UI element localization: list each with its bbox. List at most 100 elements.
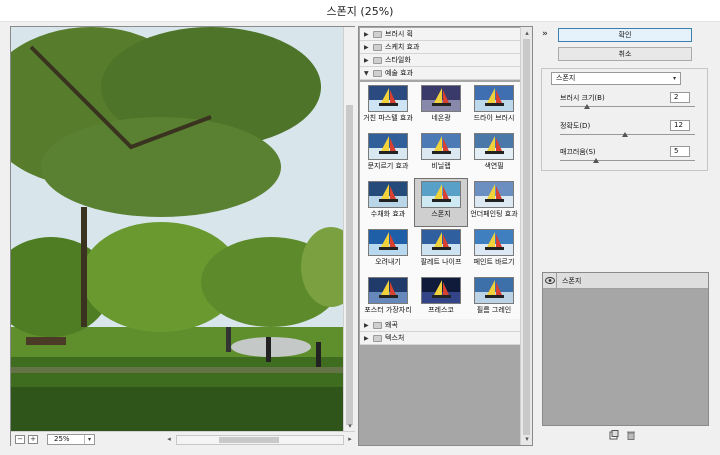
preview-pane: ▾ − + 25% ▾ ◂ ▸ xyxy=(10,26,355,446)
sailboat-thumbnail-image xyxy=(368,133,408,160)
effect-layer-label: 스폰지 xyxy=(562,276,582,285)
filter-thumbnail-label: 드라이 브러시 xyxy=(473,114,515,122)
sailboat-thumbnail-image xyxy=(368,229,408,256)
filter-gallery: ▶ 브러시 획 ▶ 스케치 효과 ▶ 스타일화 ▼ 예술 효과 거친 파스텔 효… xyxy=(358,26,533,446)
category-texture[interactable]: ▶ 텍스처 xyxy=(360,332,520,345)
filter-thumbnail[interactable]: 포스터 가장자리 xyxy=(362,275,414,322)
preview-vertical-scrollbar[interactable]: ▾ xyxy=(343,27,355,431)
folder-icon xyxy=(373,321,382,329)
filter-thumbnail-label: 팔레트 나이프 xyxy=(420,258,462,266)
filter-thumbnail-label: 프레스코 xyxy=(428,306,454,314)
filter-thumbnail[interactable]: 페인트 바르기 xyxy=(468,227,520,274)
filter-thumbnail[interactable]: 드라이 브러시 xyxy=(468,83,520,130)
artistic-filter-thumbnails: 거친 파스텔 효과 네온광 드라이 브러시문지르기 효과 비닐랩 색연필수채화 효과 스폰… xyxy=(360,82,520,341)
scroll-thumb[interactable] xyxy=(219,437,279,443)
brush-size-slider[interactable] xyxy=(560,106,695,107)
filter-thumbnail-label: 거친 파스텔 효과 xyxy=(363,114,413,122)
category-label: 텍스처 xyxy=(385,334,405,342)
category-label: 왜곡 xyxy=(385,321,398,329)
zoom-select[interactable]: 25% ▾ xyxy=(47,434,95,445)
sailboat-thumbnail-image xyxy=(474,181,514,208)
scroll-down-icon[interactable]: ▾ xyxy=(344,421,356,431)
zoom-out-button[interactable]: − xyxy=(15,435,25,444)
sailboat-thumbnail-image xyxy=(421,85,461,112)
definition-slider-handle[interactable] xyxy=(621,132,628,137)
chevron-down-icon: ▾ xyxy=(672,75,676,82)
scroll-thumb[interactable] xyxy=(346,105,353,425)
sailboat-thumbnail-image xyxy=(368,85,408,112)
zoom-in-button[interactable]: + xyxy=(28,435,38,444)
filter-thumbnail-label: 비닐랩 xyxy=(431,162,451,170)
filter-thumbnail[interactable]: 오려내기 xyxy=(362,227,414,274)
filter-thumbnail-label: 언더페인팅 효과 xyxy=(470,210,518,218)
sailboat-thumbnail-image xyxy=(421,133,461,160)
filter-thumbnail-label: 페인트 바르기 xyxy=(473,258,515,266)
folder-open-icon xyxy=(373,69,382,77)
sailboat-thumbnail-image xyxy=(368,181,408,208)
filter-thumbnail[interactable]: 필름 그레인 xyxy=(468,275,520,322)
sailboat-thumbnail-image xyxy=(421,229,461,256)
filter-thumbnail[interactable]: 팔레트 나이프 xyxy=(415,227,467,274)
definition-label: 정확도(D) xyxy=(560,122,591,130)
category-label: 예술 효과 xyxy=(385,69,413,77)
filter-thumbnail-label: 필름 그레인 xyxy=(476,306,512,314)
filter-select-value: 스폰지 xyxy=(556,74,576,82)
expand-triangle-icon: ▶ xyxy=(364,334,369,342)
eye-icon[interactable] xyxy=(543,273,557,288)
folder-icon xyxy=(373,43,382,51)
collapse-triangle-icon: ▼ xyxy=(364,69,369,77)
expand-triangle-icon: ▶ xyxy=(364,30,369,38)
scroll-up-icon[interactable]: ▴ xyxy=(521,28,533,38)
sailboat-thumbnail-image xyxy=(474,229,514,256)
preview-toolbar: − + 25% ▾ ◂ ▸ xyxy=(11,431,355,446)
filter-thumbnail-label: 수채화 효과 xyxy=(370,210,406,218)
chevron-down-icon: ▾ xyxy=(84,435,94,444)
brush-size-slider-handle[interactable] xyxy=(584,104,590,109)
smoothness-slider[interactable] xyxy=(560,160,695,161)
category-stylize[interactable]: ▶ 스타일화 xyxy=(360,54,520,67)
cancel-button[interactable]: 취소 xyxy=(558,47,692,61)
filter-thumbnail[interactable]: 비닐랩 xyxy=(415,131,467,178)
scroll-thumb[interactable] xyxy=(523,39,530,435)
filter-thumbnail[interactable]: 수채화 효과 xyxy=(362,179,414,226)
filter-thumbnail-label: 색연필 xyxy=(484,162,504,170)
smoothness-field[interactable]: 5 xyxy=(670,146,690,157)
category-label: 브러시 획 xyxy=(385,30,413,38)
park-photo xyxy=(11,27,343,431)
filter-thumbnail[interactable]: 거친 파스텔 효과 xyxy=(362,83,414,130)
filter-select[interactable]: 스폰지 ▾ xyxy=(551,72,681,85)
effect-layer-item[interactable]: 스폰지 xyxy=(543,273,708,289)
category-sketch[interactable]: ▶ 스케치 효과 xyxy=(360,41,520,54)
new-effect-layer-icon[interactable] xyxy=(609,430,619,440)
sailboat-thumbnail-image xyxy=(368,277,408,304)
trash-icon[interactable] xyxy=(626,430,636,440)
folder-icon xyxy=(373,30,382,38)
gallery-scrollbar[interactable]: ▴ ▾ xyxy=(520,27,532,445)
category-brush-strokes[interactable]: ▶ 브러시 획 xyxy=(360,28,520,41)
filter-thumbnail[interactable]: 언더페인팅 효과 xyxy=(468,179,520,226)
scroll-down-icon[interactable]: ▾ xyxy=(521,434,533,444)
scroll-right-icon[interactable]: ▸ xyxy=(344,434,356,444)
filter-thumbnail[interactable]: 스폰지 xyxy=(414,178,468,227)
sailboat-thumbnail-image xyxy=(474,277,514,304)
filter-thumbnail[interactable]: 색연필 xyxy=(468,131,520,178)
brush-size-field[interactable]: 2 xyxy=(670,92,690,103)
scroll-left-icon[interactable]: ◂ xyxy=(163,434,175,444)
filter-thumbnail[interactable]: 문지르기 효과 xyxy=(362,131,414,178)
expand-triangle-icon: ▶ xyxy=(364,56,369,64)
smoothness-slider-handle[interactable] xyxy=(593,158,600,163)
category-label: 스타일화 xyxy=(385,56,411,64)
filter-thumbnail[interactable]: 네온광 xyxy=(415,83,467,130)
filter-thumbnail-label: 포스터 가장자리 xyxy=(364,306,412,314)
collapse-gallery-button[interactable]: » xyxy=(542,29,548,39)
folder-icon xyxy=(373,56,382,64)
filter-thumbnail[interactable]: 프레스코 xyxy=(415,275,467,322)
definition-field[interactable]: 12 xyxy=(670,120,690,131)
preview-image[interactable] xyxy=(11,27,343,431)
filter-thumbnail-label: 스폰지 xyxy=(431,210,451,218)
preview-horizontal-scrollbar[interactable] xyxy=(176,435,344,445)
category-artistic[interactable]: ▼ 예술 효과 xyxy=(360,67,520,80)
category-distort[interactable]: ▶ 왜곡 xyxy=(360,319,520,332)
ok-button[interactable]: 확인 xyxy=(558,28,692,42)
sailboat-thumbnail-image xyxy=(421,181,461,208)
